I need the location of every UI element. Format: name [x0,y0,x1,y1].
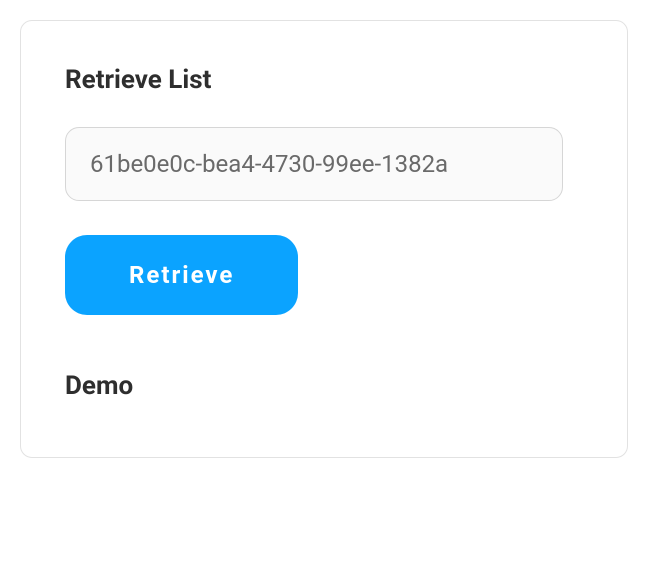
retrieve-button[interactable]: Retrieve [65,235,298,315]
retrieve-card: Retrieve List Retrieve Demo [20,20,628,458]
id-input[interactable] [65,127,563,201]
demo-title: Demo [65,371,583,401]
card-title: Retrieve List [65,65,583,95]
